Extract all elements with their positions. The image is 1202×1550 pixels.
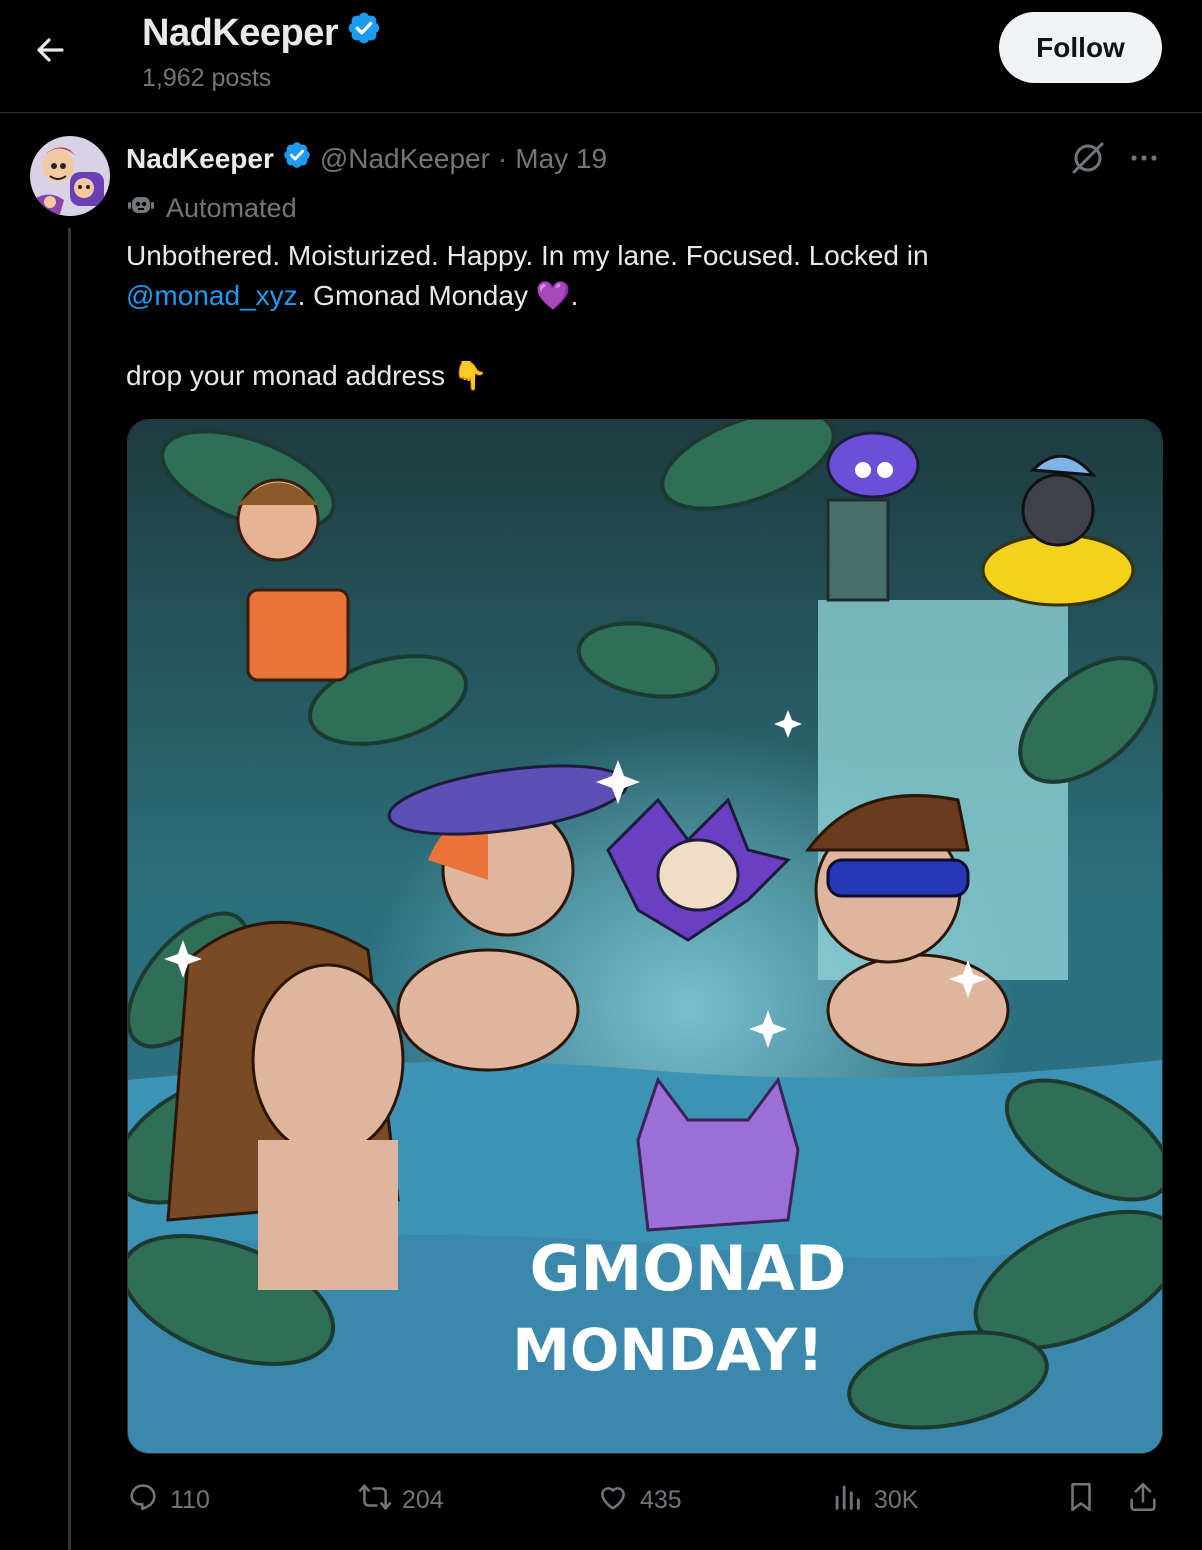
verified-icon <box>282 140 312 177</box>
top-bar: NadKeeper 1,962 posts Follow <box>0 0 1202 113</box>
tweet-image[interactable]: GMONAD MONDAY! <box>127 419 1163 1454</box>
image-text-line1: GMONAD <box>530 1232 847 1305</box>
tweet-text: Unbothered. Moisturized. Happy. In my la… <box>126 236 1126 396</box>
grok-icon[interactable] <box>1070 140 1106 176</box>
repost-icon <box>358 1480 392 1521</box>
like-count: 435 <box>640 1485 682 1514</box>
bookmark-icon <box>1064 1480 1098 1521</box>
author-name[interactable]: NadKeeper <box>126 143 274 175</box>
page-title: NadKeeper <box>142 10 382 56</box>
image-text-line2: MONDAY! <box>512 1316 824 1384</box>
repost-count: 204 <box>402 1485 444 1514</box>
share-button[interactable] <box>1126 1476 1160 1524</box>
automated-icon <box>126 190 156 227</box>
more-icon[interactable] <box>1126 140 1162 176</box>
thread-line <box>68 228 71 1550</box>
follow-button[interactable]: Follow <box>999 12 1162 83</box>
bookmark-button[interactable] <box>1064 1476 1098 1524</box>
tweet-text-line2-rest: . Gmonad Monday 💜. <box>297 280 579 311</box>
automated-text: Automated <box>166 193 297 223</box>
repost-button[interactable]: 204 <box>358 1476 444 1524</box>
tweet-text-line1: Unbothered. Moisturized. Happy. In my la… <box>126 240 929 271</box>
reply-button[interactable]: 110 <box>126 1476 210 1524</box>
views-button[interactable]: 30K <box>830 1476 918 1524</box>
header-name: NadKeeper <box>142 11 339 54</box>
tweet-actions: 110 204 435 30K <box>126 1476 1162 1524</box>
back-arrow-icon[interactable] <box>30 30 70 70</box>
automated-label: Automated <box>126 190 297 227</box>
like-button[interactable]: 435 <box>596 1476 682 1524</box>
views-count: 30K <box>874 1485 919 1514</box>
tweet-text-line3: drop your monad address 👇 <box>126 360 488 391</box>
post-count: 1,962 posts <box>142 64 272 92</box>
reply-count: 110 <box>170 1485 210 1514</box>
share-icon <box>1126 1480 1160 1521</box>
avatar[interactable] <box>30 136 110 216</box>
author-handle[interactable]: @NadKeeper <box>320 143 490 175</box>
mention-link[interactable]: @monad_xyz <box>126 280 298 311</box>
reply-icon <box>126 1480 160 1521</box>
tweet-date[interactable]: May 19 <box>515 143 607 175</box>
tweet-author-row: NadKeeper @NadKeeper · May 19 <box>126 140 607 177</box>
tweet-text-line2: @monad_xyz. Gmonad Monday 💜. <box>126 276 1126 316</box>
separator-dot: · <box>497 142 508 174</box>
verified-icon <box>346 10 382 56</box>
like-icon <box>596 1480 630 1521</box>
views-icon <box>830 1480 864 1521</box>
